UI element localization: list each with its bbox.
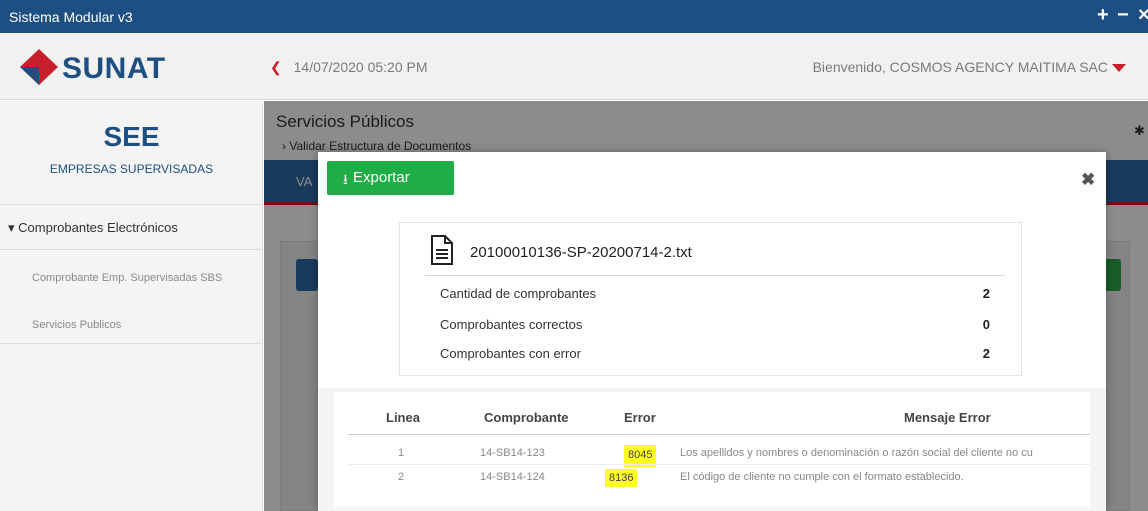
summary-label: Comprobantes con error <box>440 346 581 361</box>
sidebar-item-servicios-publicos[interactable]: Servicios Publicos <box>32 316 232 334</box>
datetime-text: 14/07/2020 05:20 PM <box>293 59 428 75</box>
summary-label: Cantidad de comprobantes <box>440 286 597 301</box>
logo-text: SUNAT <box>62 52 166 85</box>
summary-value: 0 <box>982 317 990 332</box>
summary-card: 20100010136-SP-20200714-2.txt Cantidad d… <box>399 222 1022 376</box>
back-chevron-icon[interactable]: ❮ <box>270 59 282 75</box>
validation-result-modal: ⭳ Exportar ✖ 20100010136-SP-20200714-2.t… <box>318 152 1106 511</box>
welcome-text[interactable]: Bienvenido, COSMOS AGENCY MAITIMA SAC <box>813 59 1108 75</box>
file-name: 20100010136-SP-20200714-2.txt <box>470 244 692 261</box>
app-header: SUNAT ❮ 14/07/2020 05:20 PM Bienvenido, … <box>0 33 1148 100</box>
user-menu-caret-icon[interactable] <box>1112 64 1126 72</box>
minimize-button[interactable]: − <box>1117 3 1129 27</box>
header-datetime: ❮ 14/07/2020 05:20 PM <box>270 59 428 76</box>
export-button[interactable]: ⭳ Exportar <box>327 161 454 195</box>
maximize-button[interactable]: + <box>1097 3 1109 27</box>
sidebar-section-comprobantes[interactable]: ▾ Comprobantes Electrónicos <box>8 220 178 236</box>
file-text-icon <box>431 235 453 265</box>
divider <box>348 434 1090 435</box>
sunat-logo-icon <box>20 49 58 85</box>
table-cell-mensaje: Los apellidos y nombres o denominación o… <box>680 447 1033 459</box>
summary-label: Comprobantes correctos <box>440 317 583 332</box>
close-window-button[interactable]: × <box>1138 3 1148 27</box>
window-title: Sistema Modular v3 <box>9 9 133 25</box>
table-cell-linea: 2 <box>398 471 405 483</box>
column-header-comprobante: Comprobante <box>484 410 569 425</box>
column-header-mensaje: Mensaje Error <box>904 410 991 425</box>
sidebar: SEE EMPRESAS SUPERVISADAS ▾ Comprobantes… <box>0 101 263 511</box>
table-cell-linea: 1 <box>398 447 405 459</box>
sidebar-title: SEE <box>103 121 160 152</box>
table-cell-comprobante: 14-SB14-124 <box>480 471 545 483</box>
download-icon: ⭳ <box>343 171 348 187</box>
column-header-error: Error <box>624 410 656 425</box>
window-titlebar: Sistema Modular v3 + − × <box>0 0 1148 33</box>
column-header-linea: Linea <box>386 410 420 425</box>
divider <box>348 464 1090 465</box>
close-icon[interactable]: ✖ <box>1081 170 1095 190</box>
divider <box>0 204 263 205</box>
table-cell-error: 8136 <box>605 469 638 487</box>
error-table: Linea Comprobante Error Mensaje Error 1 … <box>334 392 1090 507</box>
summary-value: 2 <box>982 286 990 301</box>
divider <box>0 343 263 344</box>
table-cell-comprobante: 14-SB14-123 <box>480 447 545 459</box>
export-label: Exportar <box>353 169 410 186</box>
table-cell-mensaje: El código de cliente no cumple con el fo… <box>680 471 964 483</box>
summary-value: 2 <box>982 346 990 361</box>
divider <box>0 249 263 250</box>
sunat-logo[interactable]: SUNAT <box>18 47 188 87</box>
sidebar-subtitle: EMPRESAS SUPERVISADAS <box>49 162 214 176</box>
sidebar-item-comprobante-emp[interactable]: Comprobante Emp. Supervisadas SBS <box>32 269 232 287</box>
divider <box>425 275 1005 276</box>
